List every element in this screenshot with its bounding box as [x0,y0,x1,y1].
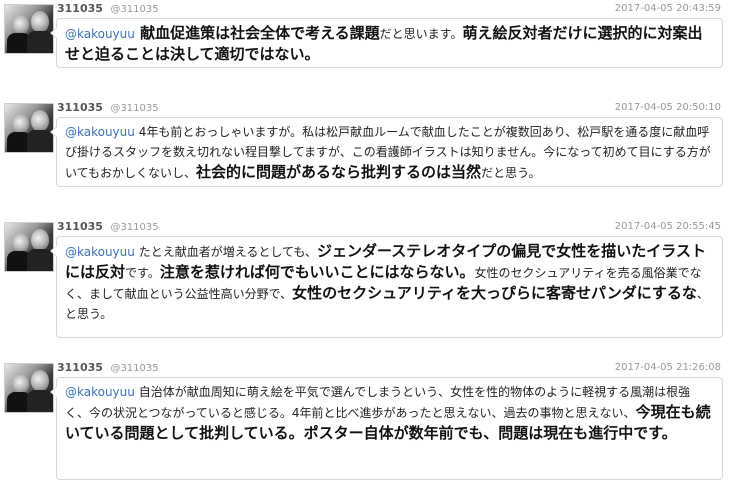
tweet-text-segment: だと思います。 [379,27,463,41]
tweet-timestamp[interactable]: 2017-04-05 21:26:08 [615,361,721,375]
user-name[interactable]: 311035 [57,220,103,233]
tweet-text-segment: 注意を惹ければ何でもいいことにはならない。 [159,263,475,281]
avatar[interactable] [4,363,54,413]
tweet-header: 311035 @311035 [57,2,159,18]
tweet-text-segment: たとえ献血者が増えるとしても、 [134,245,318,259]
tweet-text-segment: 献血促進策は社会全体で考える課題 [134,24,380,42]
tweet-body: @kakouyuu たとえ献血者が増えるとしても、ジェンダーステレオタイプの偏見… [50,236,723,338]
user-name[interactable]: 311035 [57,101,103,114]
user-handle[interactable]: @311035 [110,103,158,114]
tweet-text: @kakouyuu 4年も前とおっしゃいますが。私は松戸献血ルームで献血したこと… [65,122,714,183]
avatar[interactable] [4,4,54,54]
tweet-timestamp[interactable]: 2017-04-05 20:55:45 [615,220,721,234]
tweet-text-segment: です。 [125,266,160,280]
user-handle[interactable]: @311035 [110,363,158,374]
tweet-text-segment: 女性のセクシュアリティを大っぴらに客寄せパンダにするな [292,284,697,302]
tweet-text-segment: 社会的に問題があるなら批判するのは当然 [196,163,482,181]
tweet-header: 311035 @311035 [57,101,159,117]
tweet-text-segment: 自治体が献血周知に萌え絵を平気で選んでしまうという、女性を性的物体のように軽視す… [65,385,691,420]
tweet-text-segment: だと思う。 [481,166,541,180]
tweet-header: 311035 @311035 [57,220,159,236]
tweet-body: @kakouyuu 自治体が献血周知に萌え絵を平気で選んでしまうという、女性を性… [50,377,723,480]
user-name[interactable]: 311035 [57,361,103,374]
tweet-text: @kakouyuu 献血促進策は社会全体で考える課題だと思います。萌え絵反対者だ… [65,23,714,65]
mention-link[interactable]: @kakouyuu [65,125,135,139]
tweet-text: @kakouyuu たとえ献血者が増えるとしても、ジェンダーステレオタイプの偏見… [65,241,714,324]
tweet-timestamp[interactable]: 2017-04-05 20:50:10 [615,101,721,115]
avatar[interactable] [4,222,54,272]
user-handle[interactable]: @311035 [110,222,158,233]
user-handle[interactable]: @311035 [110,4,158,15]
mention-link[interactable]: @kakouyuu [65,385,135,399]
user-name[interactable]: 311035 [57,2,103,15]
mention-link[interactable]: @kakouyuu [65,27,135,41]
avatar[interactable] [4,103,54,153]
mention-link[interactable]: @kakouyuu [65,245,135,259]
tweet-body: @kakouyuu 4年も前とおっしゃいますが。私は松戸献血ルームで献血したこと… [50,117,723,187]
tweet-timestamp[interactable]: 2017-04-05 20:43:59 [615,2,721,16]
tweet-body: @kakouyuu 献血促進策は社会全体で考える課題だと思います。萌え絵反対者だ… [50,18,723,68]
tweet-header: 311035 @311035 [57,361,159,377]
tweet-text: @kakouyuu 自治体が献血周知に萌え絵を平気で選んでしまうという、女性を性… [65,382,714,444]
